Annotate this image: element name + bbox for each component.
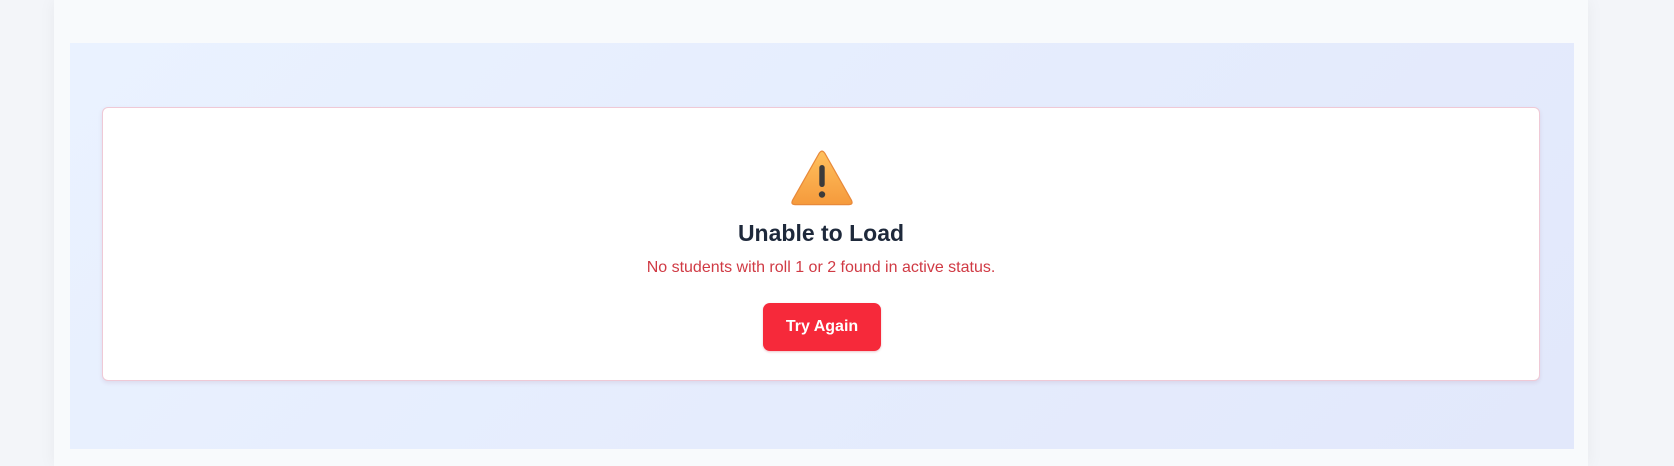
content-area: Unable to Load No students with roll 1 o… — [70, 43, 1574, 449]
error-card: Unable to Load No students with roll 1 o… — [102, 107, 1540, 381]
try-again-button[interactable]: Try Again — [763, 303, 881, 351]
warning-triangle-icon — [791, 150, 853, 206]
error-message: No students with roll 1 or 2 found in ac… — [646, 259, 996, 276]
main-panel: Unable to Load No students with roll 1 o… — [54, 0, 1588, 466]
error-title: Unable to Load — [737, 220, 905, 246]
